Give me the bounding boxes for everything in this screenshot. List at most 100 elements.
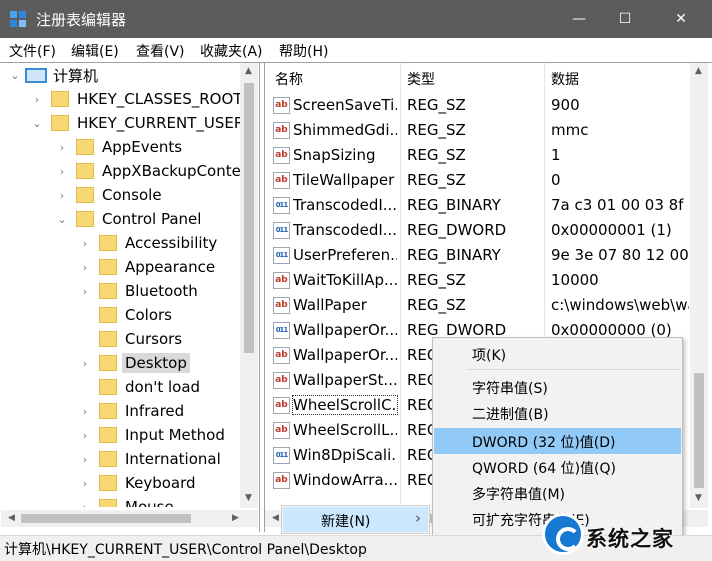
tree-item-colors[interactable]: Colors	[79, 303, 172, 327]
scroll-right-arrow-icon[interactable]: ▶	[227, 513, 244, 523]
table-row[interactable]: 011 TranscodedI... REG_DWORD 0x00000001 …	[265, 218, 689, 243]
cell-name: SnapSizing	[293, 146, 376, 164]
string-value-icon: ab	[273, 297, 290, 314]
tree-item-label: AppXBackupConter	[102, 162, 247, 180]
new-submenu: 项(K) 字符串值(S) 二进制值(B) DWORD (32 位)值(D) QW…	[432, 337, 683, 537]
table-row[interactable]: 011 TranscodedI... REG_BINARY 7a c3 01 0…	[265, 193, 689, 218]
folder-icon	[51, 115, 69, 131]
column-header-name[interactable]: 名称	[275, 63, 303, 91]
scroll-down-arrow-icon[interactable]: ▼	[690, 493, 707, 503]
tree-item-appevents[interactable]: › AppEvents	[56, 135, 182, 159]
tree-item-hkcu[interactable]: ⌄ HKEY_CURRENT_USER	[31, 111, 244, 135]
cell-data: 900	[551, 96, 580, 114]
table-row[interactable]: ab SnapSizing REG_SZ 1	[265, 143, 689, 168]
chevron-right-icon[interactable]: ›	[56, 135, 68, 159]
chevron-right-icon[interactable]: ›	[79, 471, 91, 495]
tree-item-console[interactable]: › Console	[56, 183, 162, 207]
tree-hscroll-thumb[interactable]	[21, 514, 191, 523]
submenu-arrow-icon: ›	[415, 509, 421, 527]
table-row[interactable]: ab ScreenSaveTi... REG_SZ 900	[265, 93, 689, 118]
submenu-item-key[interactable]: 项(K)	[434, 341, 681, 367]
table-row[interactable]: ab WaitToKillAp... REG_SZ 10000	[265, 268, 689, 293]
watermark-logo: 系统之家	[540, 509, 712, 561]
tree-item-hkcr[interactable]: › HKEY_CLASSES_ROOT	[31, 87, 243, 111]
submenu-item-string[interactable]: 字符串值(S)	[434, 374, 681, 400]
context-menu-new[interactable]: 新建(N) ›	[283, 507, 428, 532]
table-row[interactable]: 011 UserPreferen... REG_BINARY 9e 3e 07 …	[265, 243, 689, 268]
tree-horizontal-scrollbar[interactable]: ◀ ▶	[1, 510, 258, 527]
list-scroll-thumb[interactable]	[694, 373, 704, 488]
scroll-down-arrow-icon[interactable]: ▼	[240, 493, 257, 503]
chevron-right-icon[interactable]: ›	[79, 495, 91, 508]
maximize-button[interactable]: ☐	[602, 0, 648, 38]
scroll-up-arrow-icon[interactable]: ▲	[240, 66, 257, 76]
tree-item-dont-load[interactable]: don't load	[79, 375, 200, 399]
folder-icon	[99, 355, 117, 371]
chevron-placeholder	[79, 375, 91, 399]
tree-item-accessibility[interactable]: › Accessibility	[79, 231, 218, 255]
chevron-right-icon[interactable]: ›	[79, 231, 91, 255]
minimize-button[interactable]: —	[556, 0, 602, 38]
submenu-item-label: 多字符串值(M)	[472, 487, 566, 503]
chevron-right-icon[interactable]: ›	[79, 447, 91, 471]
cell-type: REG_BINARY	[407, 196, 501, 214]
submenu-item-qword[interactable]: QWORD (64 位)值(Q)	[434, 454, 681, 480]
tree-item-input-method[interactable]: › Input Method	[79, 423, 225, 447]
tree-vertical-scrollbar[interactable]: ▲ ▼	[240, 63, 258, 508]
tree-item-infrared[interactable]: › Infrared	[79, 399, 184, 423]
folder-icon	[76, 187, 94, 203]
tree-item-appxbackup[interactable]: › AppXBackupConter	[56, 159, 247, 183]
scroll-left-arrow-icon[interactable]: ◀	[3, 513, 20, 523]
tree-item-label: Bluetooth	[125, 282, 198, 300]
string-value-icon: ab	[273, 272, 290, 289]
menu-file[interactable]: 文件(F)	[9, 41, 56, 61]
column-header-data[interactable]: 数据	[551, 63, 579, 91]
chevron-right-icon[interactable]: ›	[79, 351, 91, 375]
submenu-item-binary[interactable]: 二进制值(B)	[434, 400, 681, 426]
tree-item-cursors[interactable]: Cursors	[79, 327, 182, 351]
menu-favorites[interactable]: 收藏夹(A)	[200, 41, 263, 61]
chevron-down-icon[interactable]: ⌄	[9, 63, 21, 87]
table-row[interactable]: ab WallPaper REG_SZ c:\windows\web\wa	[265, 293, 689, 318]
menu-edit[interactable]: 编辑(E)	[71, 41, 119, 61]
chevron-down-icon[interactable]: ⌄	[31, 111, 43, 135]
menu-view[interactable]: 查看(V)	[136, 41, 185, 61]
string-value-icon: ab	[273, 372, 290, 389]
tree-item-bluetooth[interactable]: › Bluetooth	[79, 279, 198, 303]
tree-item-label: Accessibility	[125, 234, 218, 252]
chevron-right-icon[interactable]: ›	[79, 279, 91, 303]
tree-item-label: Input Method	[125, 426, 225, 444]
folder-icon	[99, 307, 117, 323]
submenu-item-dword[interactable]: DWORD (32 位)值(D)	[434, 428, 681, 454]
menu-help[interactable]: 帮助(H)	[279, 41, 328, 61]
cell-data: c:\windows\web\wa	[551, 296, 689, 314]
close-button[interactable]: ✕	[658, 0, 704, 38]
chevron-right-icon[interactable]: ›	[79, 399, 91, 423]
folder-icon	[99, 379, 117, 395]
cell-data: 0x00000001 (1)	[551, 221, 672, 239]
chevron-right-icon[interactable]: ›	[79, 255, 91, 279]
table-row[interactable]: ab ShimmedGdi... REG_SZ mmc	[265, 118, 689, 143]
table-row[interactable]: ab TileWallpaper REG_SZ 0	[265, 168, 689, 193]
tree-item-control-panel[interactable]: ⌄ Control Panel	[56, 207, 201, 231]
cell-type: REG_SZ	[407, 171, 466, 189]
tree-item-keyboard[interactable]: › Keyboard	[79, 471, 196, 495]
chevron-right-icon[interactable]: ›	[31, 87, 43, 111]
submenu-item-multi-string[interactable]: 多字符串值(M)	[434, 480, 681, 506]
tree-scroll-thumb[interactable]	[244, 83, 254, 353]
tree-item-appearance[interactable]: › Appearance	[79, 255, 215, 279]
chevron-right-icon[interactable]: ›	[56, 183, 68, 207]
list-vertical-scrollbar[interactable]: ▲ ▼	[690, 63, 708, 508]
binary-value-icon: 011	[273, 222, 290, 239]
scroll-up-arrow-icon[interactable]: ▲	[690, 66, 707, 76]
chevron-right-icon[interactable]: ›	[56, 159, 68, 183]
tree-item-desktop[interactable]: › Desktop	[79, 351, 190, 375]
column-header-type[interactable]: 类型	[407, 63, 435, 91]
chevron-down-icon[interactable]: ⌄	[56, 207, 68, 231]
tree-item-label: Desktop	[122, 353, 190, 373]
tree-item-mouse[interactable]: › Mouse	[79, 495, 174, 507]
chevron-right-icon[interactable]: ›	[79, 423, 91, 447]
tree-item-international[interactable]: › International	[79, 447, 221, 471]
cell-name: TranscodedI...	[293, 221, 397, 239]
tree-root-computer[interactable]: ⌄ 计算机	[9, 63, 98, 87]
